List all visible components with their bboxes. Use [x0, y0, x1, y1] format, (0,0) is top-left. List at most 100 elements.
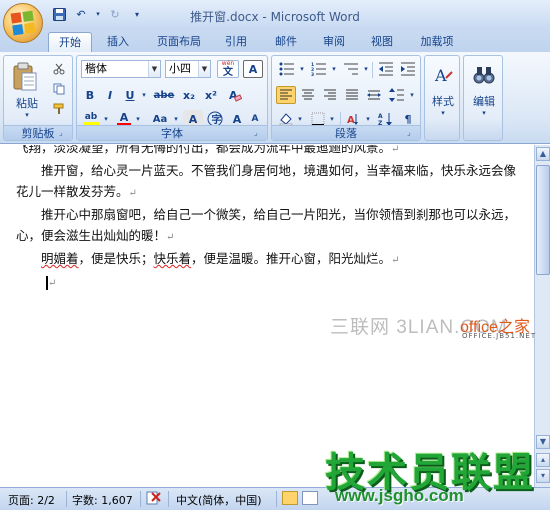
- paste-button[interactable]: 粘贴: [10, 96, 44, 110]
- font-size-combo[interactable]: 小四 ▼: [165, 60, 211, 78]
- line-spacing-icon[interactable]: [386, 86, 408, 104]
- editing-label: 编辑: [473, 95, 495, 108]
- scroll-up-icon[interactable]: ▲: [536, 147, 550, 161]
- proofing-icon[interactable]: [146, 491, 162, 508]
- tab-home[interactable]: 开始: [48, 32, 92, 52]
- line-spacing-dropdown-icon[interactable]: ▾: [408, 86, 416, 104]
- paragraph-mark: ↵: [128, 188, 137, 199]
- office-logo-icon: [10, 10, 36, 36]
- font-name-combo[interactable]: 楷体 ▼: [81, 60, 161, 78]
- ribbon-tabs: 开始 插入 页面布局 引用 邮件 审阅 视图 加载项: [0, 30, 550, 52]
- save-icon[interactable]: [50, 6, 68, 22]
- numbering-icon[interactable]: 123: [308, 60, 330, 78]
- copy-icon[interactable]: [50, 80, 68, 98]
- cut-icon[interactable]: [50, 60, 68, 78]
- font-size-dropdown-icon[interactable]: ▼: [198, 61, 210, 77]
- status-divider: [168, 491, 169, 507]
- phonetic-guide-char: 文: [223, 66, 233, 78]
- highlight-pen-icon: ab: [84, 112, 98, 122]
- editing-group[interactable]: 编辑 ▾: [463, 55, 503, 141]
- phonetic-guide-button[interactable]: wén 文: [217, 60, 239, 78]
- tab-insert[interactable]: 插入: [98, 32, 138, 52]
- clipboard-group: 粘贴 ▾ 剪贴板 ⌟: [3, 55, 73, 141]
- paste-icon[interactable]: [8, 60, 42, 94]
- underline-dropdown-icon[interactable]: ▾: [139, 86, 149, 104]
- scroll-thumb[interactable]: [536, 165, 550, 275]
- tab-review[interactable]: 审阅: [316, 32, 352, 52]
- clear-formatting-icon[interactable]: A: [225, 86, 245, 104]
- align-right-icon[interactable]: [320, 86, 340, 104]
- multilevel-list-icon[interactable]: [340, 60, 362, 78]
- svg-text:A: A: [434, 66, 447, 85]
- paragraph-2: 推开心中那扇窗吧，给自己一个微笑，给自己一片阳光，当你领悟到刹那也可以永远，心，…: [16, 204, 526, 248]
- quick-access-toolbar: ↶ ▾ ↻ ▾: [50, 6, 146, 22]
- paragraph-1-text: 推开窗，给心灵一片蓝天。不管我们身居何地，境遇如何，当幸福来临，快乐永远会像花儿…: [16, 163, 517, 199]
- tab-addins[interactable]: 加载项: [412, 32, 462, 52]
- strikethrough-button[interactable]: abe: [153, 86, 175, 104]
- paragraph-3-misspelled-2: 快乐着: [153, 251, 192, 266]
- editing-dropdown-icon: ▾: [482, 109, 486, 117]
- character-border-button[interactable]: A: [243, 60, 263, 78]
- styles-icon: A: [430, 62, 456, 88]
- paragraph-mark: ↵: [48, 278, 57, 289]
- distributed-icon[interactable]: [364, 86, 384, 104]
- paragraph-3-misspelled-1: 明媚着: [41, 251, 79, 266]
- italic-button[interactable]: I: [101, 86, 119, 104]
- document-body[interactable]: 飞翔，淡淡凝望，所有无悔的付出，都会成为流年中最迤逦的风景。↵ 推开窗，给心灵一…: [16, 145, 526, 294]
- tab-view[interactable]: 视图: [364, 32, 400, 52]
- undo-icon[interactable]: ↶: [72, 6, 90, 22]
- status-divider: [66, 491, 67, 507]
- office-button[interactable]: [3, 3, 43, 43]
- tab-page-layout[interactable]: 页面布局: [148, 32, 210, 52]
- clipboard-launcher-icon[interactable]: ⌟: [59, 128, 69, 138]
- styles-group[interactable]: A 样式 ▾: [424, 55, 460, 141]
- paste-dropdown-icon[interactable]: ▾: [18, 110, 36, 120]
- underline-button[interactable]: U: [121, 86, 139, 104]
- increase-indent-icon[interactable]: [398, 60, 418, 78]
- word-count[interactable]: 字数: 1,607: [72, 492, 133, 508]
- empty-paragraph: ↵: [16, 271, 526, 294]
- justify-icon[interactable]: [342, 86, 362, 104]
- font-group: 楷体 ▼ 小四 ▼ wén 文 A B I U ▾ abe x₂ x² A ab…: [76, 55, 268, 141]
- ribbon-empty-area: [508, 56, 548, 140]
- numbering-dropdown-icon[interactable]: ▾: [330, 60, 338, 78]
- document-line-top: 飞翔，淡淡凝望，所有无悔的付出，都会成为流年中最迤逦的风景。↵: [16, 145, 526, 160]
- paragraph-mark: ↵: [166, 232, 175, 243]
- paragraph-launcher-icon[interactable]: ⌟: [407, 128, 417, 138]
- paragraph-group: ▾ 123 ▾ ▾ ▾ ▾ ▾ A ▾ A Z ¶ 段落 ⌟: [271, 55, 421, 141]
- decrease-indent-icon[interactable]: [376, 60, 396, 78]
- font-name-dropdown-icon[interactable]: ▼: [148, 61, 160, 77]
- status-divider: [276, 491, 277, 507]
- font-launcher-icon[interactable]: ⌟: [254, 128, 264, 138]
- page-indicator[interactable]: 页面: 2/2: [8, 492, 55, 508]
- align-left-icon[interactable]: [276, 86, 296, 104]
- bold-button[interactable]: B: [81, 86, 99, 104]
- redo-icon[interactable]: ↻: [106, 6, 124, 22]
- format-painter-icon[interactable]: [50, 100, 68, 118]
- print-layout-view-icon[interactable]: [282, 491, 298, 505]
- watermark-big-url: www.jsgho.com: [335, 486, 464, 505]
- watermark-office-url: OFFICE.JB51.NET: [462, 332, 537, 340]
- bullets-dropdown-icon[interactable]: ▾: [298, 60, 306, 78]
- subscript-button[interactable]: x₂: [179, 86, 199, 104]
- tab-mailings[interactable]: 邮件: [268, 32, 304, 52]
- align-center-icon[interactable]: [298, 86, 318, 104]
- multilevel-dropdown-icon[interactable]: ▾: [362, 60, 370, 78]
- ribbon: 粘贴 ▾ 剪贴板 ⌟ 楷体 ▼ 小四 ▼ wén 文 A B I U ▾ abe…: [0, 52, 550, 144]
- scroll-down-icon[interactable]: ▼: [536, 435, 550, 449]
- styles-label: 样式: [432, 95, 454, 108]
- title-bar: 推开窗.docx - Microsoft Word ↶ ▾ ↻ ▾: [0, 0, 550, 30]
- previous-page-icon[interactable]: ▴: [536, 453, 550, 467]
- language-indicator[interactable]: 中文(简体，中国): [176, 492, 262, 508]
- paragraph-separator: [372, 62, 373, 78]
- bullets-icon[interactable]: [276, 60, 298, 78]
- tab-references[interactable]: 引用: [218, 32, 254, 52]
- vertical-scrollbar[interactable]: ▲ ▼ ▴ ▾: [534, 145, 550, 487]
- next-page-icon[interactable]: ▾: [536, 469, 550, 483]
- line0-text: 飞翔，淡淡凝望，所有无悔的付出，都会成为流年中最迤逦的风景。: [16, 145, 392, 155]
- paragraph-mark: ↵: [391, 145, 400, 155]
- undo-dropdown-icon[interactable]: ▾: [94, 6, 102, 22]
- superscript-button[interactable]: x²: [201, 86, 221, 104]
- customize-qat-icon[interactable]: ▾: [128, 6, 146, 22]
- full-screen-reading-icon[interactable]: [302, 491, 318, 505]
